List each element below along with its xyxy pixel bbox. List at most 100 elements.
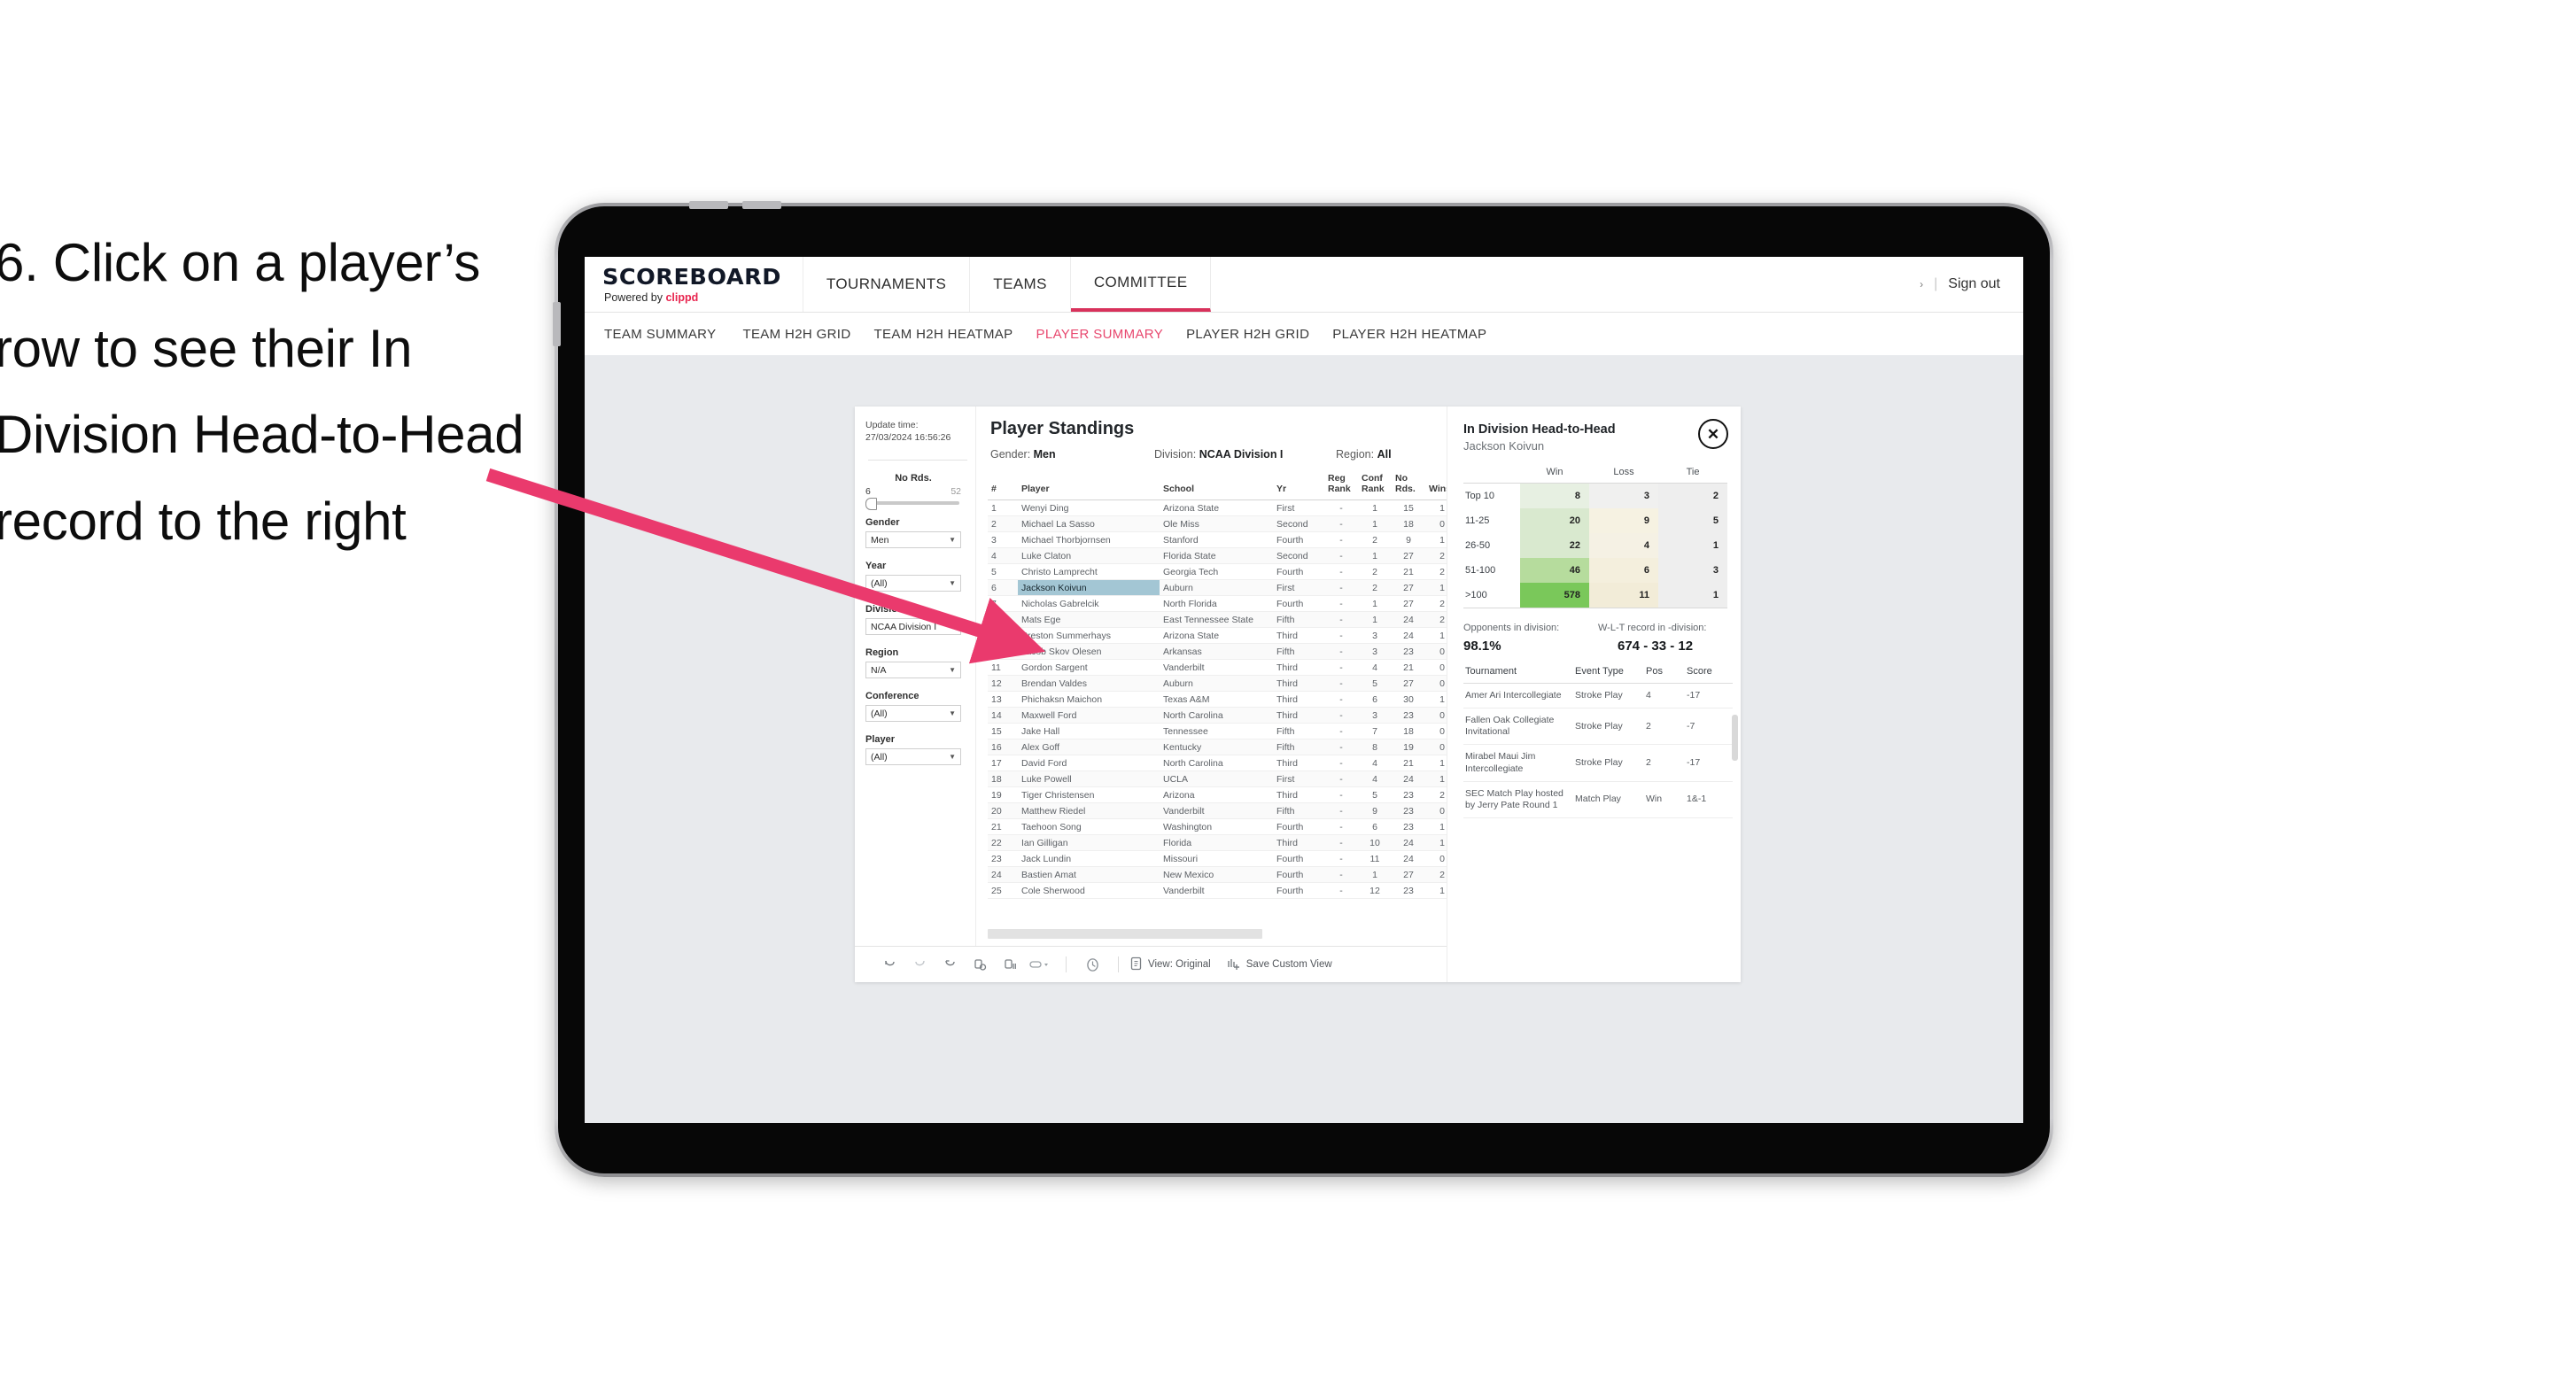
heatmap-cell[interactable]: 2 — [1658, 483, 1727, 508]
table-row[interactable]: 22 Ian Gilligan Florida Third -10 24 1 — [988, 834, 1459, 852]
table-row[interactable]: 15 Jake Hall Tennessee Fifth -7 18 0 — [988, 723, 1459, 740]
nav-item-tournaments[interactable]: TOURNAMENTS — [803, 257, 971, 312]
filter-gender-select[interactable]: Men ▼ — [865, 531, 961, 549]
col-no-rds[interactable]: No Rds. — [1392, 471, 1425, 501]
cell-yr: Third — [1273, 675, 1324, 693]
redo-icon[interactable] — [904, 957, 935, 972]
table-row[interactable]: 20 Matthew Riedel Vanderbilt Fifth -9 23 0 — [988, 802, 1459, 820]
table-row[interactable]: 24 Bastien Amat New Mexico Fourth -1 27 2 — [988, 866, 1459, 884]
undo-icon[interactable] — [874, 957, 904, 972]
horizontal-scrollbar[interactable] — [988, 929, 1431, 939]
tournament-row[interactable]: Mirabel Maui Jim Intercollegiate Stroke P… — [1463, 744, 1733, 782]
tournament-row[interactable]: Fallen Oak Collegiate Invitational Stroke… — [1463, 708, 1733, 746]
sign-out-link[interactable]: Sign out — [1948, 276, 2000, 292]
chevron-right-icon[interactable]: › — [1920, 278, 1923, 290]
heatmap-cell[interactable]: 11 — [1589, 583, 1658, 608]
revert-icon[interactable] — [935, 957, 965, 972]
scrollbar-thumb[interactable] — [988, 929, 1262, 939]
table-row[interactable]: 2 Michael La Sasso Ole Miss Second -1 18 0 — [988, 515, 1459, 533]
vertical-scrollbar-h2h[interactable] — [1732, 715, 1738, 761]
col-rank[interactable]: # — [988, 471, 1018, 501]
table-row[interactable]: 16 Alex Goff Kentucky Fifth -8 19 0 — [988, 739, 1459, 756]
table-row[interactable]: 3 Michael Thorbjornsen Stanford Fourth -2 9 1 — [988, 531, 1459, 549]
filter-region: Region N/A ▼ — [865, 647, 975, 679]
heatmap-cell[interactable]: 20 — [1520, 508, 1589, 533]
heatmap-cell[interactable]: 3 — [1589, 483, 1658, 508]
slider-handle[interactable] — [865, 498, 877, 511]
table-head: # Player School Yr Reg Rank Conf Rank No Rd… — [988, 471, 1459, 501]
filter-no-rounds-slider[interactable]: No Rds. 6 52 — [865, 473, 975, 511]
device-layout-icon[interactable] — [1025, 957, 1055, 972]
filter-player-select[interactable]: (All) ▼ — [865, 748, 961, 766]
heatmap-cell[interactable]: 1 — [1658, 583, 1727, 608]
heatmap-cell[interactable]: 22 — [1520, 533, 1589, 558]
heatmap-cell[interactable]: 46 — [1520, 558, 1589, 583]
table-row[interactable]: 6 Jackson Koivun Auburn First -2 27 1 — [988, 579, 1459, 597]
heatmap-cell[interactable]: 8 — [1520, 483, 1589, 508]
cell-school: Auburn — [1160, 579, 1273, 597]
col-yr[interactable]: Yr — [1273, 471, 1324, 501]
filter-region-select[interactable]: N/A ▼ — [865, 662, 961, 679]
tab-player-h2h-heatmap[interactable]: PLAYER H2H HEATMAP — [1332, 327, 1509, 342]
filter-division-select[interactable]: NCAA Division I ▼ — [865, 618, 961, 636]
nav-item-teams[interactable]: TEAMS — [970, 257, 1071, 312]
nav-item-committee[interactable]: COMMITTEE — [1070, 257, 1212, 312]
heatmap-col-loss: Loss — [1589, 467, 1658, 484]
tab-team-h2h-grid[interactable]: TEAM H2H GRID — [742, 327, 873, 342]
table-row[interactable]: 9 Preston Summerhays Arizona State Third -3 2… — [988, 627, 1459, 645]
table-row[interactable]: 1 Wenyi Ding Arizona State First -1 15 1 — [988, 499, 1459, 517]
refresh-icon[interactable] — [965, 957, 995, 972]
brand-tagline: Powered by clippd — [604, 291, 780, 304]
cell-conf-rank: 5 — [1358, 675, 1392, 693]
col-school[interactable]: School — [1160, 471, 1273, 501]
table-row[interactable]: 11 Gordon Sargent Vanderbilt Third -4 21 0 — [988, 659, 1459, 677]
meta-gender-value: Men — [1033, 448, 1056, 461]
table-row[interactable]: 23 Jack Lundin Missouri Fourth -11 24 0 — [988, 850, 1459, 868]
table-row[interactable]: 8 Mats Ege East Tennessee State Fifth -1 24 2 — [988, 611, 1459, 629]
col-player[interactable]: Player — [1018, 471, 1160, 501]
heatmap-cell[interactable]: 578 — [1520, 583, 1589, 608]
col-reg-rank[interactable]: Reg Rank — [1324, 471, 1358, 501]
cell-rank: 10 — [988, 643, 1018, 661]
close-icon[interactable]: ✕ — [1698, 419, 1728, 449]
slider-track[interactable] — [865, 498, 959, 511]
stat-opponents-value: 98.1% — [1463, 639, 1501, 654]
table-row[interactable]: 17 David Ford North Carolina Third -4 21 1 — [988, 755, 1459, 772]
tab-player-summary[interactable]: PLAYER SUMMARY — [1036, 327, 1187, 342]
save-custom-view-button[interactable]: Save Custom View — [1227, 956, 1332, 973]
table-row[interactable]: 4 Luke Claton Florida State Second -1 27 2 — [988, 547, 1459, 565]
table-row[interactable]: 12 Brendan Valdes Auburn Third -5 27 0 — [988, 675, 1459, 693]
clock-history-icon[interactable] — [1077, 956, 1107, 973]
heatmap-cell[interactable]: 9 — [1589, 508, 1658, 533]
heatmap-cell[interactable]: 3 — [1658, 558, 1727, 583]
filter-conference-select[interactable]: (All) ▼ — [865, 705, 961, 723]
pause-auto-update-icon[interactable] — [995, 957, 1025, 972]
table-row[interactable]: 19 Tiger Christensen Arizona Third -5 23 2 — [988, 786, 1459, 804]
view-original-button[interactable]: View: Original — [1129, 956, 1211, 973]
heatmap-head: Win Loss Tie — [1463, 467, 1727, 484]
table-row[interactable]: 21 Taehoon Song Washington Fourth -6 23 1 — [988, 818, 1459, 836]
table-row[interactable]: 14 Maxwell Ford North Carolina Third -3 23 0 — [988, 707, 1459, 724]
tab-player-h2h-grid[interactable]: PLAYER H2H GRID — [1186, 327, 1332, 342]
table-row[interactable]: 7 Nicholas Gabrelcik North Florida Fourth -1… — [988, 595, 1459, 613]
col-pos: Pos — [1644, 666, 1685, 684]
table-row[interactable]: 13 Phichaksn Maichon Texas A&M Third -6 30 1 — [988, 691, 1459, 708]
table-row[interactable]: 10 Jacob Skov Olesen Arkansas Fifth -3 23 0 — [988, 643, 1459, 661]
tab-team-summary[interactable]: TEAM SUMMARY — [604, 327, 742, 342]
heatmap-cell[interactable]: 6 — [1589, 558, 1658, 583]
tab-team-h2h-heatmap[interactable]: TEAM H2H HEATMAP — [874, 327, 1036, 342]
heatmap-cell[interactable]: 1 — [1658, 533, 1727, 558]
tournament-row[interactable]: SEC Match Play hosted by Jerry Pate Roun… — [1463, 781, 1733, 818]
heatmap-cell[interactable]: 5 — [1658, 508, 1727, 533]
table-row[interactable]: 5 Christo Lamprecht Georgia Tech Fourth -2 21… — [988, 563, 1459, 581]
brand-logo[interactable]: SCOREBOARD Powered by clippd — [585, 257, 803, 312]
heatmap-cell[interactable]: 4 — [1589, 533, 1658, 558]
player-standings-table: # Player School Yr Reg Rank Conf Rank No Rd… — [988, 471, 1459, 900]
table-row[interactable]: 18 Luke Powell UCLA First -4 24 1 — [988, 770, 1459, 788]
col-conf-rank[interactable]: Conf Rank — [1358, 471, 1392, 501]
cell-no-rds: 27 — [1392, 547, 1425, 565]
filter-year-select[interactable]: (All) ▼ — [865, 575, 961, 592]
table-row[interactable]: 25 Cole Sherwood Vanderbilt Fourth -12 23 1 — [988, 882, 1459, 900]
tournament-row[interactable]: Amer Ari Intercollegiate Stroke Play 4 -17 — [1463, 683, 1733, 709]
brand-tagline-accent: clippd — [665, 290, 699, 304]
